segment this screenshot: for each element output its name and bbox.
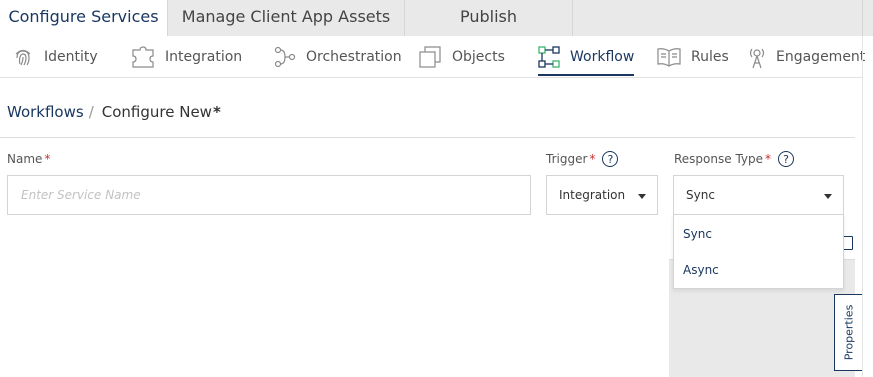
nav-rules-label: Rules xyxy=(691,49,729,65)
breadcrumb-workflows-link[interactable]: Workflows xyxy=(7,103,84,121)
name-label: Name * xyxy=(7,152,50,166)
trigger-label-text: Trigger xyxy=(546,152,588,166)
nav-orchestration[interactable]: Orchestration xyxy=(274,36,402,78)
breadcrumb-current: Configure New xyxy=(101,103,212,121)
response-type-required-marker: * xyxy=(765,152,772,166)
name-field xyxy=(7,175,531,215)
option-sync[interactable]: Sync xyxy=(683,227,712,241)
nav-workflow-label: Workflow xyxy=(570,49,635,65)
header-divider xyxy=(0,137,855,138)
chevron-down-icon xyxy=(824,194,832,199)
nav-rules[interactable]: Rules xyxy=(657,36,729,78)
objects-icon xyxy=(419,46,441,68)
response-type-label-text: Response Type xyxy=(674,152,764,166)
properties-tab[interactable]: Properties xyxy=(834,294,862,371)
response-type-label: Response Type * ? xyxy=(674,151,795,167)
name-required-marker: * xyxy=(44,152,51,166)
unsaved-marker: * xyxy=(212,103,221,121)
chevron-down-icon xyxy=(638,194,646,199)
tab-manage-client-app-assets[interactable]: Manage Client App Assets xyxy=(168,0,405,36)
nav-objects[interactable]: Objects xyxy=(418,36,505,78)
name-label-text: Name xyxy=(7,152,43,166)
trigger-label: Trigger * ? xyxy=(546,151,619,167)
nav-workflow[interactable]: Workflow xyxy=(538,36,635,78)
top-tab-bar: Configure Services Manage Client App Ass… xyxy=(0,0,873,36)
option-async[interactable]: Async xyxy=(683,263,719,277)
nav-orchestration-label: Orchestration xyxy=(306,49,402,65)
service-type-nav: Identity Integration Orchestration Objec… xyxy=(0,36,865,78)
fingerprint-icon xyxy=(15,49,31,66)
trigger-required-marker: * xyxy=(589,152,596,166)
response-type-select-value: Sync xyxy=(686,188,715,202)
response-type-select[interactable]: Sync xyxy=(673,175,844,215)
nav-integration[interactable]: Integration xyxy=(131,36,242,78)
puzzle-icon xyxy=(132,46,154,68)
breadcrumb-separator: / xyxy=(88,103,94,121)
workflow-icon xyxy=(538,46,560,68)
nav-identity-label: Identity xyxy=(44,49,98,65)
response-type-options: Sync Async xyxy=(673,214,844,289)
response-type-help-icon[interactable]: ? xyxy=(778,151,795,167)
nav-integration-label: Integration xyxy=(165,49,243,65)
properties-tab-label: Properties xyxy=(842,304,855,361)
service-name-input[interactable] xyxy=(8,176,530,214)
content-right-border xyxy=(862,36,863,377)
nav-engagement[interactable]: Engagement xyxy=(748,36,865,78)
nav-engagement-label: Engagement xyxy=(776,49,866,65)
trigger-help-icon[interactable]: ? xyxy=(602,151,619,167)
breadcrumb: Workflows / Configure New * xyxy=(7,103,221,121)
top-tab-bar-edge xyxy=(862,0,863,36)
tab-configure-services[interactable]: Configure Services xyxy=(0,0,168,36)
active-nav-underline xyxy=(538,74,635,76)
trigger-select[interactable]: Integration xyxy=(546,175,658,215)
tab-publish[interactable]: Publish xyxy=(405,0,573,36)
nav-objects-label: Objects xyxy=(452,49,505,65)
orchestration-icon xyxy=(274,46,296,68)
rules-book-icon xyxy=(657,48,681,67)
trigger-select-value: Integration xyxy=(559,188,626,202)
engagement-icon xyxy=(749,48,765,69)
nav-identity[interactable]: Identity xyxy=(12,36,98,78)
